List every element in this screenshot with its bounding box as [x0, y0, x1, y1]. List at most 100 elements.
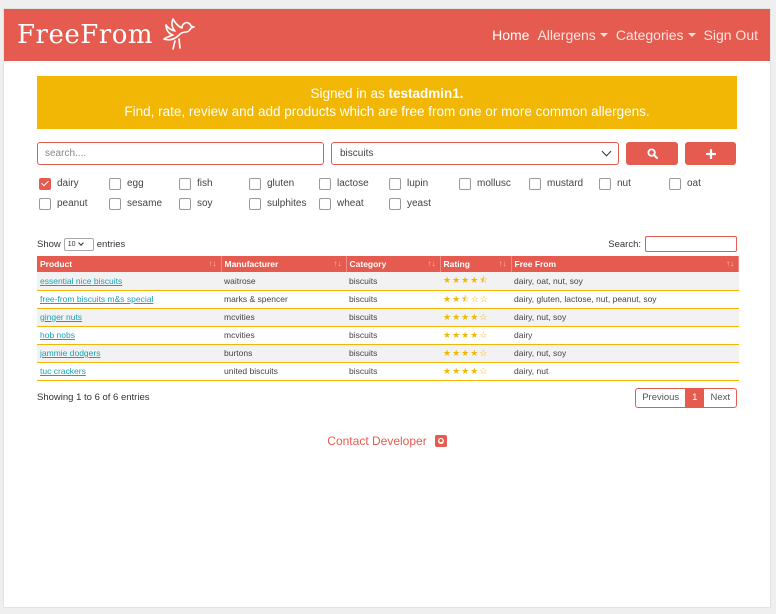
search-input[interactable] [37, 142, 324, 165]
product-link[interactable]: ginger nuts [40, 312, 82, 322]
product-link[interactable]: jammie dodgers [40, 348, 100, 358]
checkbox[interactable] [39, 197, 51, 210]
nav-home[interactable]: Home [492, 27, 529, 43]
brand-name[interactable]: FreeFrom [17, 20, 153, 50]
allergen-checkbox-peanut[interactable]: peanut [39, 197, 109, 210]
star-full-icon: ★ [470, 329, 479, 340]
column-header-category[interactable]: Category ↑↓ [346, 256, 441, 272]
next-page-button[interactable]: Next [703, 388, 736, 407]
navbar: FreeFrom Home Allergens Categories Sign … [4, 9, 770, 61]
column-header-manufacturer[interactable]: Manufacturer ↑↓ [221, 256, 347, 272]
current-page-button[interactable]: 1 [686, 388, 704, 407]
column-header-rating[interactable]: Rating ↑↓ [440, 256, 512, 272]
chevron-down-icon [77, 240, 84, 246]
allergen-label: lupin [407, 178, 429, 189]
nav-allergens-label[interactable]: Allergens [537, 27, 595, 43]
allergen-label: egg [127, 178, 144, 189]
checkbox[interactable] [179, 177, 191, 190]
allergen-checkbox-sulphites[interactable]: sulphites [249, 197, 319, 210]
nav-sign-out[interactable]: Sign Out [704, 27, 758, 43]
allergen-checkbox-lactose[interactable]: lactose [319, 177, 389, 190]
checkbox[interactable] [599, 177, 611, 190]
table-header-row: Product ↑↓ Manufacturer ↑↓ Category ↑↓ Rati… [37, 256, 739, 272]
checkbox[interactable] [179, 197, 191, 210]
star-rating: ★ ★ ★ ★ ☆ [443, 311, 508, 322]
cell-category: biscuits [346, 344, 440, 363]
github-icon[interactable] [434, 434, 447, 447]
star-rating: ★ ★ ⯪ ☆ ☆ [443, 293, 508, 304]
allergen-checkbox-mustard[interactable]: mustard [529, 177, 599, 190]
cell-manufacturer: marks & spencer [221, 290, 346, 309]
cell-free-from: dairy, gluten, lactose, nut, peanut, soy [511, 290, 739, 309]
allergen-label: sesame [127, 198, 163, 209]
allergen-checkbox-nut[interactable]: nut [599, 177, 669, 190]
nav-home-label[interactable]: Home [492, 27, 529, 43]
checkbox[interactable] [459, 177, 471, 190]
column-header-free-from[interactable]: Free From ↑↓ [511, 256, 739, 272]
allergen-label: mustard [547, 178, 584, 189]
checkbox[interactable] [109, 177, 121, 190]
search-button[interactable] [626, 142, 678, 165]
allergen-checkbox-yeast[interactable]: yeast [389, 197, 459, 210]
product-link[interactable]: essential nice biscuits [40, 276, 122, 286]
cell-product: hob nobs [37, 326, 221, 345]
allergen-checkbox-gluten[interactable]: gluten [249, 177, 319, 190]
star-full-icon: ★ [443, 293, 452, 304]
checkbox[interactable] [389, 197, 401, 210]
allergen-checkbox-lupin[interactable]: lupin [389, 177, 459, 190]
sort-icon: ↑↓ [427, 259, 436, 268]
column-header-product[interactable]: Product ↑↓ [37, 256, 222, 272]
table-bottom-controls: Showing 1 to 6 of 6 entries Previous 1 N… [37, 387, 737, 408]
allergen-label: nut [617, 178, 631, 189]
checkbox[interactable] [249, 177, 261, 190]
add-product-button[interactable] [685, 142, 736, 165]
star-full-icon: ★ [461, 347, 470, 358]
cell-category: biscuits [346, 326, 440, 345]
allergen-checkbox-oat[interactable]: oat [669, 177, 739, 190]
signed-in-username: testadmin1. [388, 86, 464, 101]
contact-developer-link[interactable]: Contact Developer [327, 434, 426, 448]
table-row: ginger nuts mcvities biscuits ★ ★ ★ ★ ☆ dairy, n… [37, 308, 739, 327]
allergen-checkbox-fish[interactable]: fish [179, 177, 249, 190]
checkbox[interactable] [109, 197, 121, 210]
nav-categories-label[interactable]: Categories [616, 27, 684, 43]
page-length-select[interactable]: 10 [63, 237, 94, 251]
table-row: essential nice biscuits waitrose biscuits ★… [37, 272, 739, 291]
allergen-checkbox-wheat[interactable]: wheat [319, 197, 389, 210]
star-rating: ★ ★ ★ ★ ☆ [443, 329, 508, 340]
checkbox[interactable] [529, 177, 541, 190]
star-half-icon: ⯪ [461, 293, 470, 304]
nav-sign-out-label[interactable]: Sign Out [704, 27, 758, 43]
column-header-label: Product [40, 259, 73, 269]
allergen-label: peanut [57, 198, 88, 209]
show-label: Show [37, 238, 61, 250]
product-link[interactable]: hob nobs [40, 330, 75, 340]
allergen-checkbox-dairy[interactable]: dairy [39, 177, 109, 190]
nav-categories-dropdown[interactable]: Categories [616, 27, 696, 43]
checkbox[interactable] [319, 197, 331, 210]
product-link[interactable]: tuc crackers [40, 366, 86, 376]
allergen-checkbox-soy[interactable]: soy [179, 197, 249, 210]
star-full-icon: ★ [452, 311, 461, 322]
category-select[interactable]: biscuits [331, 142, 619, 165]
allergen-checkbox-mollusc[interactable]: mollusc [459, 177, 529, 190]
cell-product: essential nice biscuits [37, 272, 221, 291]
table-search-label: Search: [608, 238, 641, 250]
checkbox[interactable] [319, 177, 331, 190]
brand[interactable]: FreeFrom [17, 17, 197, 53]
nav-allergens-dropdown[interactable]: Allergens [537, 27, 608, 43]
star-full-icon: ★ [452, 275, 461, 286]
product-link[interactable]: free-from biscuits m&s special [40, 294, 153, 304]
table-search-input[interactable] [645, 236, 737, 252]
checkbox[interactable] [389, 177, 401, 190]
footer: Contact Developer [4, 434, 770, 448]
allergen-checkbox-sesame[interactable]: sesame [109, 197, 179, 210]
star-empty-icon: ☆ [479, 329, 488, 340]
previous-page-button[interactable]: Previous [636, 388, 687, 407]
checkbox[interactable] [669, 177, 681, 190]
allergen-checkbox-egg[interactable]: egg [109, 177, 179, 190]
sort-icon: ↑↓ [726, 259, 734, 268]
table-info: Showing 1 to 6 of 6 entries [37, 392, 150, 403]
checkbox[interactable] [39, 177, 51, 190]
checkbox[interactable] [249, 197, 261, 210]
